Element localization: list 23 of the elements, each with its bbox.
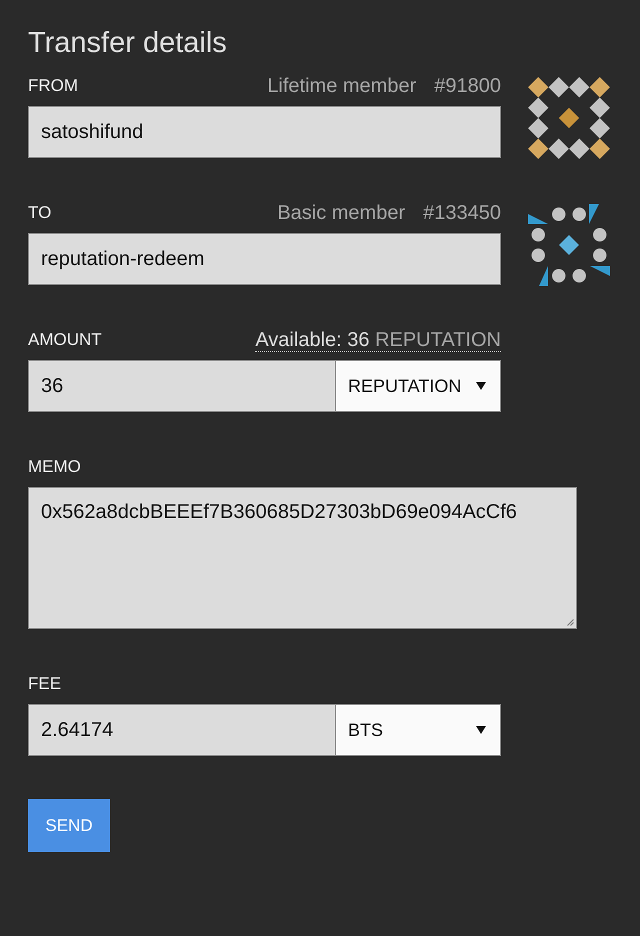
resize-grip-icon[interactable] [567, 619, 574, 626]
available-balance-link[interactable]: Available: 36 REPUTATION [255, 328, 501, 352]
field-label: TO [28, 203, 52, 223]
dot-pattern-icon [528, 204, 610, 286]
field-label: FEE [28, 674, 62, 694]
account-name-field[interactable]: reputation-redeem [28, 233, 501, 285]
caret-icon [476, 382, 486, 390]
fee-asset-select[interactable]: BTS [336, 704, 501, 756]
field-label: FROM [28, 76, 78, 96]
member-number: #91800 [434, 74, 501, 98]
membership-label: Basic member [277, 201, 406, 225]
member-number: #133450 [423, 201, 501, 225]
asset-select[interactable]: REPUTATION [336, 360, 501, 412]
amount-field[interactable]: 36 [28, 360, 336, 412]
field-label: AMOUNT [28, 330, 102, 350]
fee-field[interactable]: 2.64174 [28, 704, 336, 756]
account-name-field[interactable]: satoshifund [28, 106, 501, 158]
diamond-pattern-icon [528, 77, 610, 159]
caret-icon [476, 726, 486, 734]
memo-field[interactable]: 0x562a8dcbBEEEf7B360685D27303bD69e094AcCf6 [28, 487, 577, 629]
form-title: Transfer details [28, 26, 227, 60]
membership-label: Lifetime member [267, 74, 416, 98]
field-label: MEMO [28, 457, 81, 477]
